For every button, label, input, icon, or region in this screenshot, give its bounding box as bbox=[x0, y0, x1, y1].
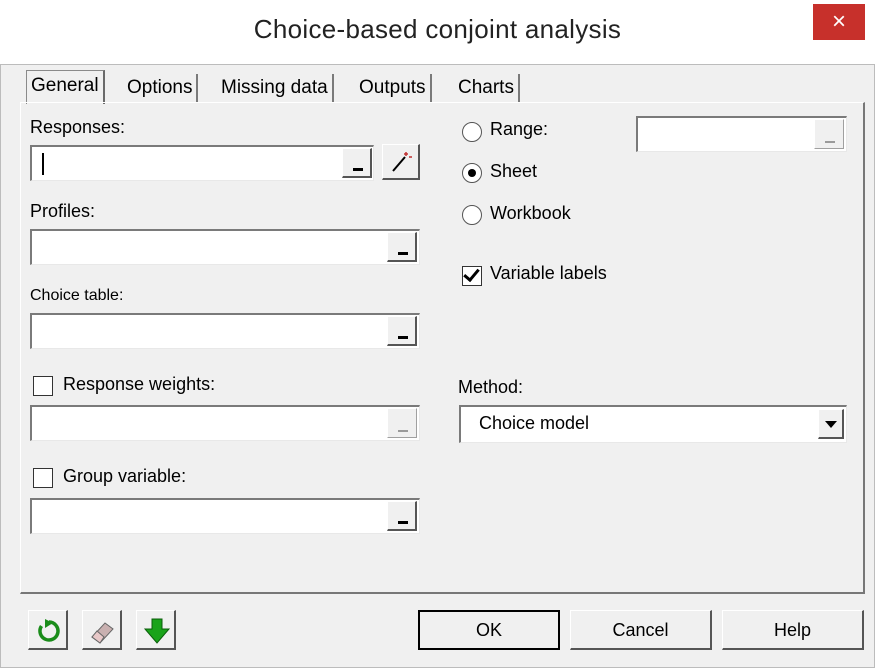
group-variable-select-button[interactable] bbox=[387, 501, 417, 531]
method-selected-value: Choice model bbox=[479, 413, 590, 433]
method-select[interactable]: Choice model bbox=[459, 405, 847, 443]
help-button[interactable]: Help bbox=[722, 610, 864, 650]
profiles-input[interactable] bbox=[36, 233, 342, 261]
reset-button[interactable] bbox=[28, 610, 68, 650]
responses-select-button[interactable] bbox=[342, 148, 372, 178]
response-weights-checkbox[interactable] bbox=[33, 376, 53, 396]
profiles-field[interactable] bbox=[30, 229, 420, 265]
checkmark-icon bbox=[463, 264, 480, 283]
tab-options[interactable]: Options bbox=[123, 74, 199, 102]
choice-table-field[interactable] bbox=[30, 313, 420, 349]
tab-general[interactable]: General bbox=[26, 70, 105, 104]
move-down-button[interactable] bbox=[136, 610, 176, 650]
responses-input[interactable] bbox=[36, 149, 342, 177]
workbook-radio[interactable] bbox=[462, 205, 482, 225]
tab-charts[interactable]: Charts bbox=[454, 74, 520, 102]
close-icon: × bbox=[831, 8, 846, 35]
response-weights-select-button[interactable] bbox=[387, 408, 417, 438]
response-weights-label: Response weights: bbox=[63, 374, 216, 394]
range-field[interactable] bbox=[636, 116, 847, 152]
sheet-label: Sheet bbox=[490, 161, 538, 181]
range-select-button[interactable] bbox=[814, 119, 844, 149]
range-input[interactable] bbox=[642, 120, 798, 148]
tab-outputs[interactable]: Outputs bbox=[355, 74, 432, 102]
chevron-down-icon bbox=[825, 421, 837, 428]
title-bar: Choice-based conjoint analysis × bbox=[0, 0, 875, 64]
radio-selected-dot bbox=[468, 169, 476, 177]
responses-field[interactable] bbox=[30, 145, 374, 181]
choice-table-input[interactable] bbox=[36, 317, 342, 345]
method-label: Method: bbox=[458, 377, 524, 397]
responses-label: Responses: bbox=[30, 117, 126, 137]
dropdown-arrow-button[interactable] bbox=[818, 409, 844, 439]
profiles-select-button[interactable] bbox=[387, 232, 417, 262]
close-button[interactable]: × bbox=[813, 4, 865, 40]
workbook-label: Workbook bbox=[490, 203, 571, 223]
range-label: Range: bbox=[490, 119, 549, 139]
range-radio[interactable] bbox=[462, 122, 482, 142]
group-variable-label: Group variable: bbox=[63, 466, 187, 486]
magic-wand-icon bbox=[392, 152, 412, 172]
profiles-label: Profiles: bbox=[30, 201, 96, 221]
group-variable-input[interactable] bbox=[36, 502, 342, 530]
clear-button[interactable] bbox=[82, 610, 122, 650]
cancel-button[interactable]: Cancel bbox=[570, 610, 712, 650]
response-weights-field[interactable] bbox=[30, 405, 420, 441]
choice-table-select-button[interactable] bbox=[387, 316, 417, 346]
response-weights-input[interactable] bbox=[36, 409, 342, 437]
tab-missing-data[interactable]: Missing data bbox=[217, 74, 334, 102]
text-cursor bbox=[42, 153, 44, 175]
conjoint-dialog: Choice-based conjoint analysis × General… bbox=[0, 0, 875, 668]
eraser-icon bbox=[91, 622, 114, 644]
reset-icon bbox=[38, 619, 60, 642]
responses-wizard-button[interactable] bbox=[382, 144, 420, 180]
sheet-radio[interactable] bbox=[462, 163, 482, 183]
choice-table-label: Choice table: bbox=[30, 287, 124, 304]
ok-button[interactable]: OK bbox=[418, 610, 560, 650]
variable-labels-checkbox[interactable] bbox=[462, 264, 482, 286]
window-title: Choice-based conjoint analysis bbox=[253, 14, 622, 44]
group-variable-checkbox[interactable] bbox=[33, 468, 53, 488]
group-variable-field[interactable] bbox=[30, 498, 420, 534]
variable-labels-label: Variable labels bbox=[490, 263, 607, 283]
down-arrow-icon bbox=[143, 618, 171, 644]
